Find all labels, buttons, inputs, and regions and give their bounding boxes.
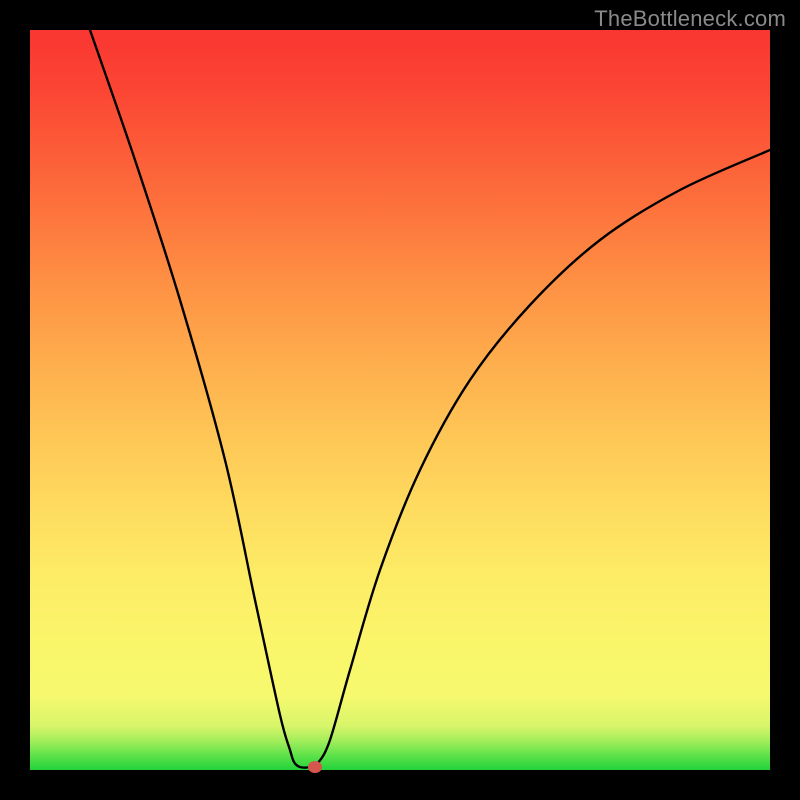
curve-path (90, 30, 770, 768)
minimum-marker (308, 761, 322, 773)
chart-frame: TheBottleneck.com (0, 0, 800, 800)
watermark-text: TheBottleneck.com (594, 6, 786, 32)
bottleneck-curve (30, 30, 770, 770)
plot-area (30, 30, 770, 770)
